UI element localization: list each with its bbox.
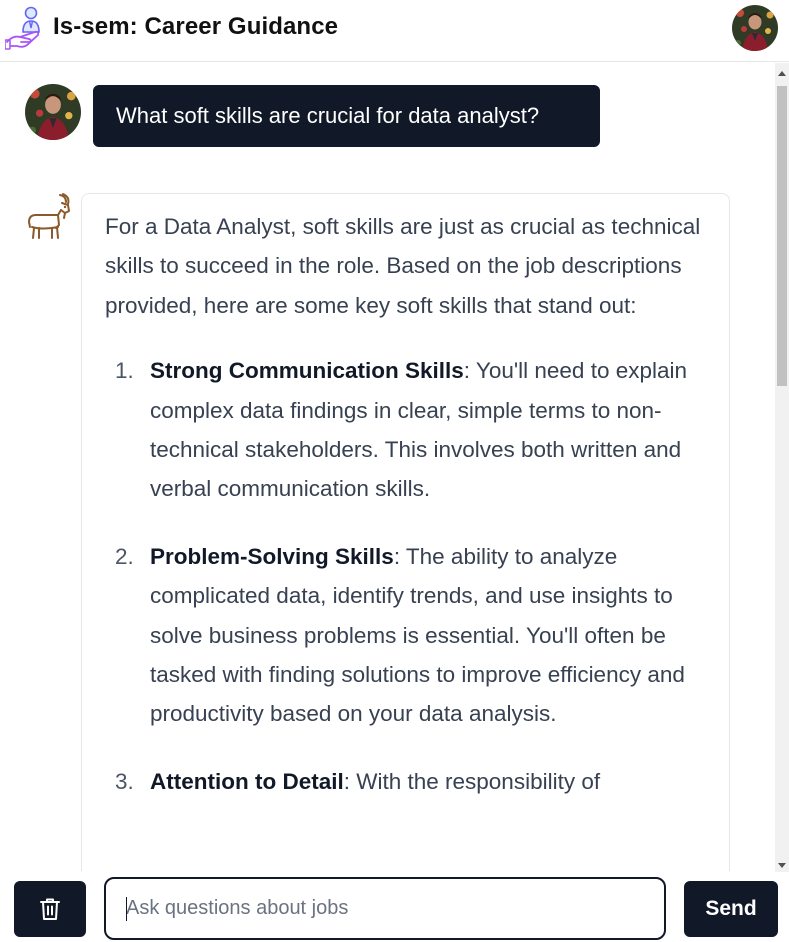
trash-icon [40, 898, 60, 920]
user-photo [25, 84, 81, 140]
clear-chat-button[interactable] [14, 881, 86, 937]
assistant-intro: For a Data Analyst, soft skills are just… [105, 214, 701, 318]
user-avatar [25, 84, 81, 140]
career-advisor-logo-icon [5, 6, 40, 50]
list-number: 2. [115, 543, 134, 569]
skill-description: : With the responsibility of [343, 768, 601, 794]
app-header: Is-sem: Career Guidance [0, 0, 789, 62]
text-caret [126, 897, 127, 921]
composer-bar: Send [0, 872, 789, 942]
skill-title: Strong Communication Skills [150, 358, 464, 384]
scrollbar-thumb[interactable] [777, 86, 787, 386]
skill-title: Attention to Detail [150, 768, 344, 794]
goat-icon [28, 193, 70, 239]
soft-skills-list: 1. Strong Communication Skills: You'll ne… [105, 351, 705, 801]
list-item: 1. Strong Communication Skills: You'll ne… [105, 351, 705, 509]
list-item: 2. Problem-Solving Skills: The ability to… [105, 537, 705, 734]
profile-avatar[interactable] [732, 5, 778, 51]
skill-description: : The ability to analyze complicated dat… [150, 543, 685, 727]
skill-title: Problem-Solving Skills [150, 543, 394, 569]
chat-scrollbar[interactable] [775, 63, 789, 873]
app-title: Is-sem: Career Guidance [53, 13, 339, 40]
list-item: 3. Attention to Detail: With the responsi… [105, 762, 705, 801]
user-message-bubble: What soft skills are crucial for data an… [93, 85, 600, 147]
send-button[interactable]: Send [684, 881, 778, 937]
avatar-photo [732, 5, 778, 51]
assistant-message: For a Data Analyst, soft skills are just… [81, 193, 730, 871]
question-input[interactable] [104, 877, 666, 940]
scroll-up-icon[interactable] [778, 71, 786, 76]
list-number: 3. [115, 768, 134, 794]
list-number: 1. [115, 358, 134, 384]
scroll-down-icon[interactable] [778, 863, 786, 868]
chat-thread[interactable]: What soft skills are crucial for data an… [0, 63, 775, 871]
